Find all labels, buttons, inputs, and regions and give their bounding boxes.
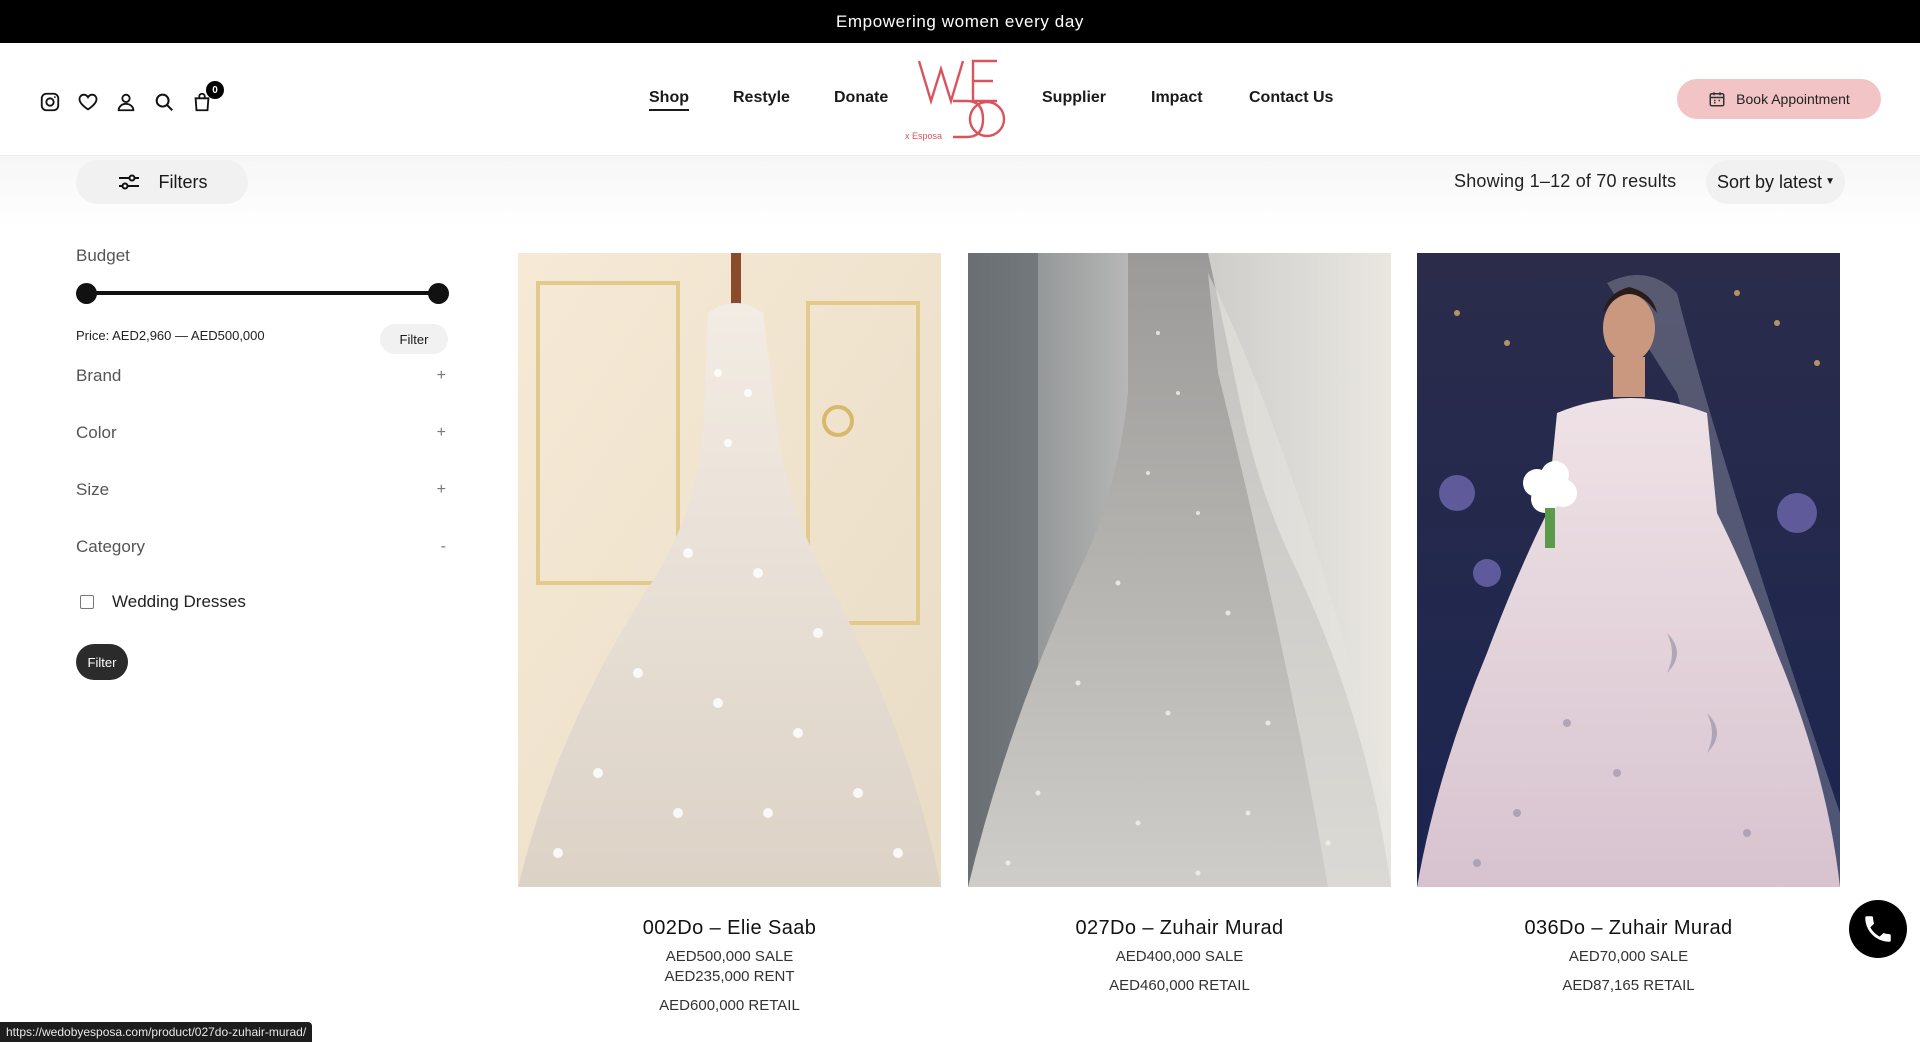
facet-size[interactable]: Size + bbox=[76, 476, 448, 504]
product-price-retail: AED600,000 RETAIL bbox=[659, 997, 800, 1014]
search-icon[interactable] bbox=[152, 90, 176, 114]
whatsapp-button[interactable] bbox=[1849, 900, 1907, 958]
book-appointment-button[interactable]: Book Appointment bbox=[1677, 79, 1881, 119]
sort-select[interactable]: Sort by latest ▼ bbox=[1706, 160, 1845, 204]
book-appointment-label: Book Appointment bbox=[1736, 91, 1850, 107]
filters-label: Filters bbox=[158, 171, 208, 192]
facet-label: Size bbox=[76, 480, 110, 499]
price-range-text: Price: AED2,960 — AED500,000 bbox=[76, 328, 265, 343]
nav-donate[interactable]: Donate bbox=[834, 89, 888, 107]
instagram-icon[interactable] bbox=[38, 90, 62, 114]
budget-slider-max-handle[interactable] bbox=[427, 283, 449, 304]
checkbox[interactable] bbox=[80, 595, 94, 609]
product-card-036do[interactable]: 036Do – Zuhair Murad AED70,000 SALE AED8… bbox=[1417, 253, 1840, 994]
nav-supplier[interactable]: Supplier bbox=[1042, 89, 1106, 107]
expand-icon: + bbox=[436, 481, 446, 498]
facet-label: Color bbox=[76, 423, 117, 442]
category-option-wedding-dresses[interactable]: Wedding Dresses bbox=[80, 592, 246, 612]
expand-icon: + bbox=[436, 424, 446, 441]
nav-shop[interactable]: Shop bbox=[649, 89, 689, 111]
heart-icon[interactable] bbox=[76, 90, 100, 114]
facet-brand[interactable]: Brand + bbox=[76, 362, 448, 390]
calendar-icon bbox=[1709, 92, 1725, 107]
status-bar-url: https://wedobyesposa.com/product/027do-z… bbox=[0, 1022, 313, 1042]
budget-slider-min-handle[interactable] bbox=[75, 283, 97, 304]
product-price-rent: AED235,000 RENT bbox=[664, 968, 795, 985]
product-name[interactable]: 027Do – Zuhair Murad bbox=[968, 917, 1391, 940]
facet-color[interactable]: Color + bbox=[76, 419, 448, 447]
site-logo[interactable]: x Esposa bbox=[905, 53, 1015, 143]
phone-icon bbox=[1865, 916, 1891, 942]
announcement-text: Empowering women every day bbox=[835, 11, 1085, 31]
product-card-002do[interactable]: 002Do – Elie Saab AED500,000 SALE AED235… bbox=[518, 253, 941, 1014]
cart-count-badge: 0 bbox=[206, 81, 224, 99]
product-price-sale: AED400,000 SALE bbox=[1115, 948, 1244, 965]
user-icon[interactable] bbox=[114, 90, 138, 114]
price-filter-button[interactable]: Filter bbox=[380, 324, 448, 354]
logo-subtitle: x Esposa bbox=[905, 131, 942, 141]
sort-label: Sort by latest bbox=[1717, 171, 1823, 192]
facet-label: Category bbox=[76, 537, 145, 556]
budget-label: Budget bbox=[76, 246, 130, 265]
caret-down-icon: ▼ bbox=[1825, 176, 1835, 187]
product-price-sale: AED500,000 SALE bbox=[665, 948, 794, 965]
product-name[interactable]: 036Do – Zuhair Murad bbox=[1417, 917, 1840, 940]
product-image[interactable] bbox=[1417, 253, 1840, 887]
budget-slider-track[interactable] bbox=[86, 291, 438, 295]
site-header: 0 Shop Restyle Donate Supplier Impact Co… bbox=[0, 43, 1920, 156]
announcement-bar: Empowering women every day bbox=[0, 0, 1920, 43]
nav-contact-us[interactable]: Contact Us bbox=[1249, 89, 1333, 107]
product-price-sale: AED70,000 SALE bbox=[1568, 948, 1689, 965]
bag-icon[interactable]: 0 bbox=[190, 81, 224, 114]
collapse-icon: - bbox=[440, 538, 446, 555]
facet-label: Brand bbox=[76, 366, 122, 385]
apply-filter-button[interactable]: Filter bbox=[76, 644, 128, 680]
product-name[interactable]: 002Do – Elie Saab bbox=[518, 917, 941, 940]
sliders-icon bbox=[118, 174, 139, 190]
header-icon-group: 0 bbox=[38, 81, 224, 119]
product-price-retail: AED87,165 RETAIL bbox=[1562, 977, 1695, 994]
product-card-027do[interactable]: 027Do – Zuhair Murad AED400,000 SALE AED… bbox=[968, 253, 1391, 994]
filters-button[interactable]: Filters bbox=[76, 160, 248, 204]
nav-impact[interactable]: Impact bbox=[1151, 89, 1203, 107]
facet-category[interactable]: Category - bbox=[76, 533, 448, 561]
product-image[interactable] bbox=[968, 253, 1391, 887]
nav-restyle[interactable]: Restyle bbox=[733, 89, 790, 107]
product-image[interactable] bbox=[518, 253, 941, 887]
category-option-label: Wedding Dresses bbox=[112, 592, 246, 611]
results-count: Showing 1–12 of 70 results bbox=[1454, 171, 1677, 191]
product-price-retail: AED460,000 RETAIL bbox=[1109, 977, 1250, 994]
expand-icon: + bbox=[436, 367, 446, 384]
